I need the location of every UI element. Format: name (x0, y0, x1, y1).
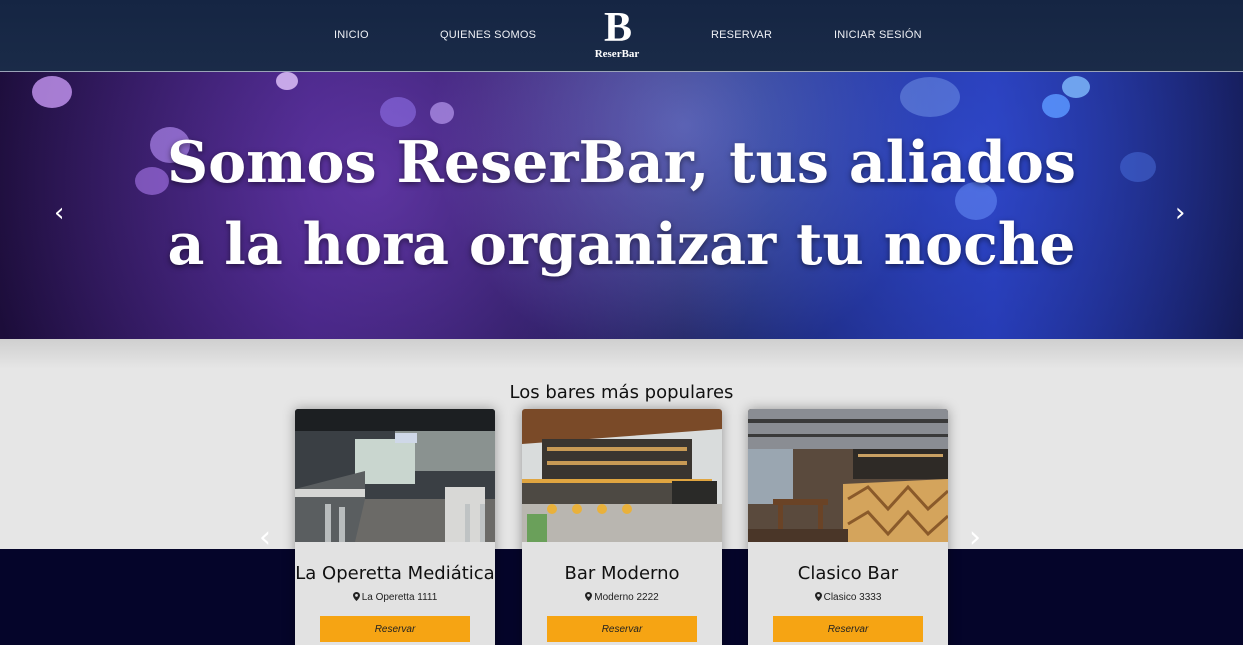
bar-address: Moderno 2222 (522, 592, 722, 603)
nav-link-reservar[interactable]: RESERVAR (711, 29, 772, 41)
map-pin-icon (352, 592, 360, 601)
hero-headline-line1: Somos ReserBar, tus aliados (167, 129, 1076, 196)
bar-photo (748, 409, 948, 542)
bar-address: La Operetta 1111 (295, 592, 495, 603)
logo-letter: B (603, 5, 632, 51)
reservar-button[interactable]: Reservar (773, 616, 923, 642)
cards-next-arrow[interactable]: › (969, 523, 981, 553)
nav-link-iniciar-sesion[interactable]: INICIAR SESIÓN (834, 29, 922, 41)
hero-headline: Somos ReserBar, tus aliados a la hora or… (0, 122, 1243, 286)
bar-card[interactable]: La Operetta Mediática La Operetta 1111 R… (295, 409, 495, 645)
bar-card[interactable]: Bar Moderno Moderno 2222 Reservar (522, 409, 722, 645)
nav-link-quienes-somos[interactable]: QUIENES SOMOS (440, 29, 536, 41)
bar-address: Clasico 3333 (748, 592, 948, 603)
map-pin-icon (814, 592, 822, 601)
hero-headline-line2: a la hora organizar tu noche (167, 211, 1076, 278)
bar-address-text: Moderno 2222 (594, 592, 659, 603)
bar-name: La Operetta Mediática (295, 563, 495, 584)
section-title: Los bares más populares (509, 382, 734, 403)
logo-text: ReserBar (594, 48, 640, 60)
bar-address-text: La Operetta 1111 (361, 592, 438, 603)
cards-prev-arrow[interactable]: ‹ (259, 523, 271, 553)
bokeh-light (32, 76, 72, 108)
bar-name: Clasico Bar (797, 563, 899, 584)
reserbar-logo[interactable]: B ReserBar (586, 5, 648, 64)
reservar-button[interactable]: Reservar (320, 616, 470, 642)
bar-card[interactable]: Clasico Bar Clasico 3333 Reservar (748, 409, 948, 645)
reservar-button[interactable]: Reservar (547, 616, 697, 642)
bokeh-light (276, 72, 298, 90)
top-navbar: INICIO QUIENES SOMOS B ReserBar RESERVAR… (0, 0, 1243, 72)
bokeh-light (1062, 76, 1090, 98)
bar-name: Bar Moderno (564, 563, 680, 584)
hero-carousel: ‹ Somos ReserBar, tus aliados a la hora … (0, 72, 1243, 339)
bar-address-text: Clasico 3333 (823, 592, 882, 603)
bokeh-light (1042, 94, 1070, 118)
bokeh-light (430, 102, 454, 124)
bar-photo (522, 409, 722, 542)
nav-link-inicio[interactable]: INICIO (334, 29, 369, 41)
hero-next-arrow[interactable]: › (1175, 200, 1185, 226)
bar-photo (295, 409, 495, 542)
map-pin-icon (585, 592, 593, 601)
bokeh-light (900, 77, 960, 117)
